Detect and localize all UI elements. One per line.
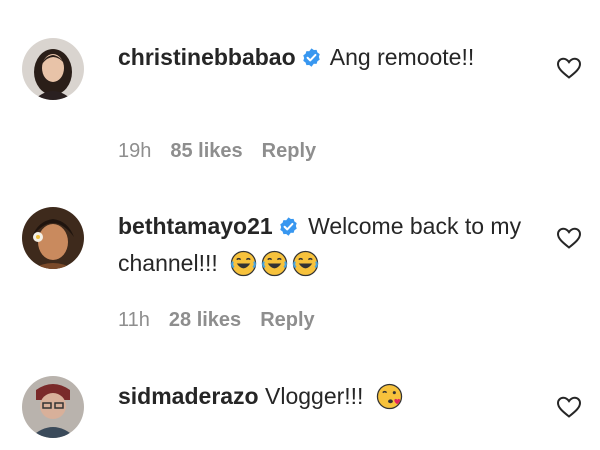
reply-button[interactable]: Reply xyxy=(260,309,314,331)
verified-badge-icon xyxy=(279,217,297,236)
comment-text: sidmaderazo Vlogger!!! xyxy=(118,378,528,415)
comment-username[interactable]: sidmaderazo xyxy=(118,383,259,409)
comment-body: Vlogger!!! xyxy=(265,383,364,409)
comment-text: christinebbabao Ang remoote!! xyxy=(118,39,528,76)
comment-body: Ang remoote!! xyxy=(329,44,475,70)
reply-button[interactable]: Reply xyxy=(262,140,316,162)
comment-username[interactable]: bethtamayo21 xyxy=(118,213,273,239)
likes-count[interactable]: 85 likes xyxy=(170,140,242,162)
laughing-tears-emoji xyxy=(261,250,288,277)
laughing-tears-emoji xyxy=(230,250,257,277)
heart-outline-icon[interactable] xyxy=(556,395,582,419)
comment-timestamp: 11h xyxy=(118,309,150,331)
likes-count[interactable]: 28 likes xyxy=(169,309,241,331)
heart-outline-icon[interactable] xyxy=(556,226,582,250)
avatar[interactable] xyxy=(22,376,84,438)
comment-meta: 11h 28 likes Reply xyxy=(118,309,334,332)
avatar[interactable] xyxy=(22,38,84,100)
comment-timestamp: 19h xyxy=(118,140,152,162)
avatar[interactable] xyxy=(22,207,84,269)
comment-text: bethtamayo21 Welcome back to my channel!… xyxy=(118,208,528,282)
comment-meta: 19h 85 likes Reply xyxy=(118,140,335,163)
heart-outline-icon[interactable] xyxy=(556,56,582,80)
comment-username[interactable]: christinebbabao xyxy=(118,44,296,70)
laughing-tears-emoji xyxy=(292,250,319,277)
verified-badge-icon xyxy=(302,48,320,67)
blowing-kiss-emoji xyxy=(376,383,403,410)
